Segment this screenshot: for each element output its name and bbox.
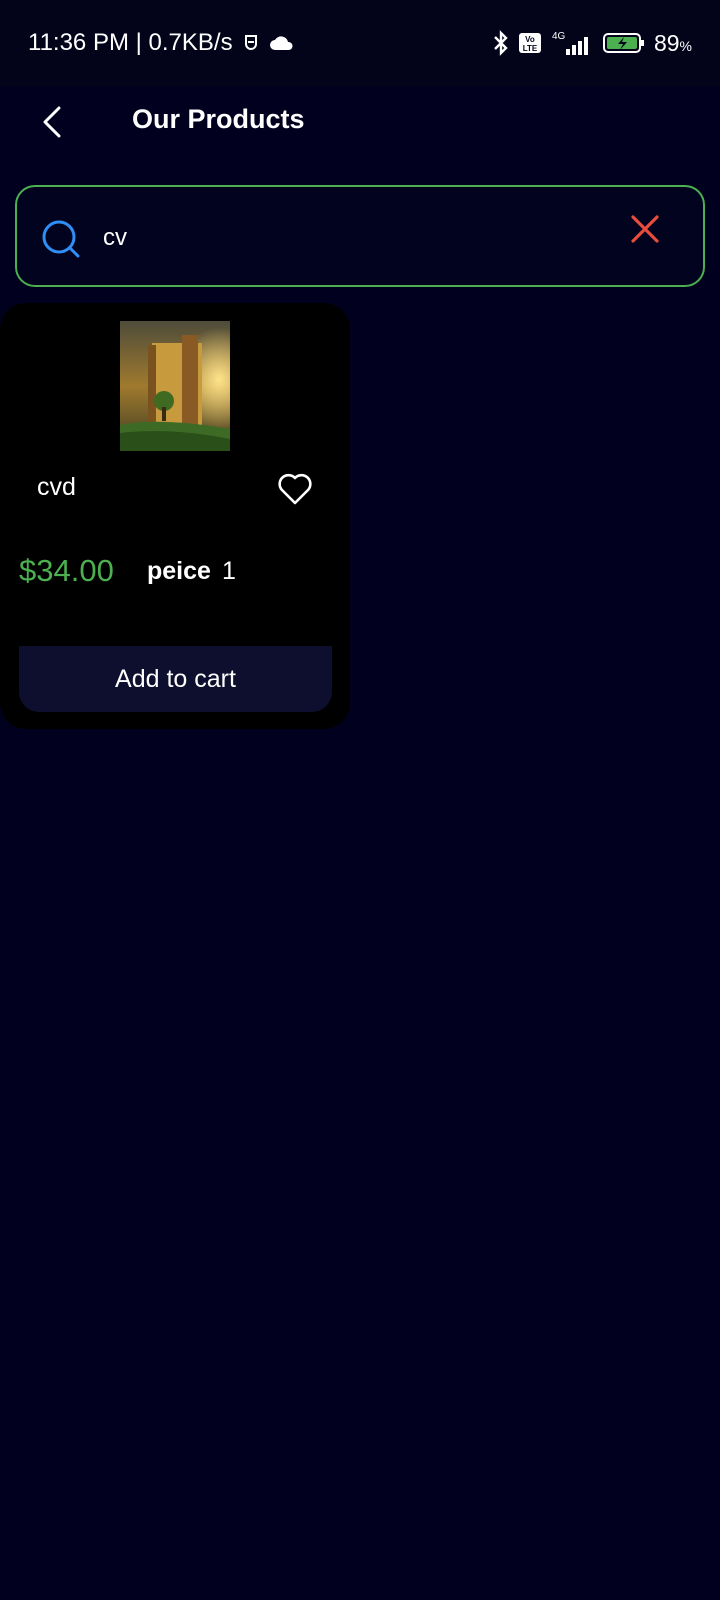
battery-value: 89 [653, 29, 680, 56]
search-icon[interactable] [41, 219, 83, 266]
page-title: Our Products [132, 104, 305, 134]
status-right: Vo LTE 4G 89% [492, 29, 692, 57]
notification-icon [241, 32, 261, 54]
cloud-icon [269, 34, 295, 52]
heart-outline-icon [278, 473, 312, 505]
app-header: Our Products [0, 86, 720, 156]
svg-text:Vo: Vo [525, 35, 535, 44]
chevron-left-icon [43, 106, 61, 138]
close-icon [631, 215, 659, 243]
battery-percentage: 89% [654, 30, 692, 57]
favorite-button[interactable] [276, 470, 314, 508]
battery-unit: % [679, 37, 692, 54]
product-price: $34.00 [19, 553, 114, 588]
search-bar [15, 185, 705, 287]
signal-icon: 4G [550, 29, 594, 57]
svg-text:LTE: LTE [523, 44, 538, 53]
status-time-speed: 11:36 PM | 0.7KB/s [28, 29, 233, 56]
bluetooth-icon [492, 29, 510, 57]
status-left: 11:36 PM | 0.7KB/s [28, 29, 295, 57]
back-button[interactable] [34, 102, 70, 142]
network-type-label: 4G [552, 31, 566, 42]
battery-icon [602, 31, 646, 55]
product-card[interactable]: cvd $34.00 peice 1 Add to cart [0, 303, 350, 729]
status-bar: 11:36 PM | 0.7KB/s Vo LTE 4G 89% [0, 0, 720, 86]
product-image[interactable] [120, 321, 230, 451]
search-input[interactable] [103, 213, 603, 263]
product-name: cvd [37, 473, 76, 501]
add-to-cart-button[interactable]: Add to cart [19, 646, 332, 712]
clear-search-button[interactable] [625, 209, 665, 249]
volte-icon: Vo LTE [518, 32, 542, 54]
unit-label: peice [147, 557, 211, 585]
quantity-value: 1 [222, 557, 236, 585]
